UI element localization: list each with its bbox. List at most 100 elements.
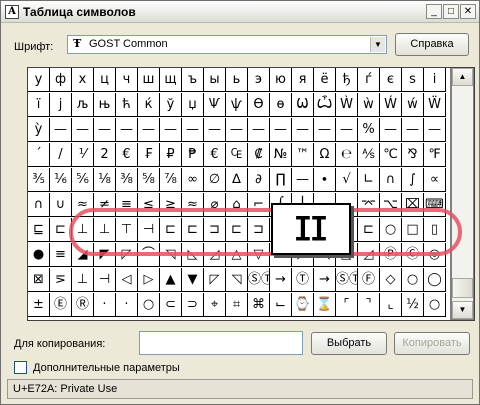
char-cell[interactable]: ∝ [424,168,446,192]
char-cell[interactable]: ћ [116,93,138,117]
char-cell[interactable]: — [248,118,270,142]
char-cell[interactable]: х [72,68,94,92]
advanced-label[interactable]: Дополнительные параметры [33,362,180,374]
char-cell[interactable]: — [50,118,72,142]
char-cell[interactable]: — [270,118,292,142]
char-cell[interactable]: ≡ [50,243,72,267]
char-cell[interactable]: ₡ [248,143,270,167]
char-cell[interactable]: ⌛ [314,293,336,317]
char-cell[interactable]: 2 [94,143,116,167]
char-cell[interactable]: ф [50,68,72,92]
char-cell[interactable]: і [424,68,446,92]
char-cell[interactable]: ▷ [138,268,160,292]
char-cell[interactable]: Ⓕ [358,268,380,292]
title-bar[interactable]: A Таблица символов _ □ ✕ [1,1,479,23]
char-cell[interactable]: ⌗ [226,293,248,317]
char-cell[interactable]: — [424,118,446,142]
char-cell[interactable]: ½ [402,293,424,317]
char-cell[interactable]: ∫ [402,168,424,192]
char-cell[interactable]: ⊂ [160,293,182,317]
char-cell[interactable]: ∆ [226,168,248,192]
help-button[interactable]: Справка [395,33,469,56]
char-cell[interactable]: ⌙ [270,293,292,317]
char-cell[interactable]: Ẁ [336,93,358,117]
char-cell[interactable]: Ѱ [204,93,226,117]
char-cell[interactable]: ∩ [28,193,50,217]
char-cell[interactable]: ◸ [204,268,226,292]
char-cell[interactable]: Ⓣ [292,268,314,292]
char-cell[interactable]: ў [160,93,182,117]
char-cell[interactable]: є [380,68,402,92]
char-cell[interactable]: — [160,118,182,142]
scroll-thumb[interactable] [452,278,473,298]
char-cell[interactable]: → [270,268,292,292]
char-cell[interactable]: я [292,68,314,92]
char-cell[interactable]: — [336,118,358,142]
char-cell[interactable]: ○ [402,268,424,292]
font-dropdown[interactable]: Ŧ GOST Common ▼ [67,35,387,54]
char-cell[interactable]: ѓ [358,68,380,92]
char-cell[interactable]: ь [226,68,248,92]
char-cell[interactable]: ⅜ [116,168,138,192]
char-cell[interactable]: ẃ [402,93,424,117]
char-cell[interactable]: — [72,118,94,142]
char-cell[interactable]: — [138,118,160,142]
char-cell[interactable]: ы [204,68,226,92]
char-cell[interactable]: — [94,118,116,142]
char-cell[interactable]: щ [160,68,182,92]
char-cell[interactable]: ◇ [380,268,402,292]
chevron-down-icon[interactable]: ▼ [370,37,385,52]
char-cell[interactable]: ▲ [160,268,182,292]
char-cell[interactable]: √ [336,168,358,192]
char-cell[interactable]: ℮ [336,143,358,167]
select-button[interactable]: Выбрать [311,332,387,355]
char-cell[interactable]: њ [94,93,116,117]
char-cell[interactable]: ⌘ [248,293,270,317]
char-cell[interactable]: ₽ [160,143,182,167]
char-cell[interactable]: ⊥ [72,268,94,292]
char-cell[interactable]: — [380,118,402,142]
char-cell[interactable]: ⌜ [336,293,358,317]
char-cell[interactable]: ◯ [424,268,446,292]
char-cell[interactable]: ѳ [270,93,292,117]
char-cell[interactable]: ₱ [182,143,204,167]
char-cell[interactable]: ⊃ [182,293,204,317]
char-cell[interactable]: Ω [314,143,336,167]
char-cell[interactable]: ⅋ [402,143,424,167]
char-cell[interactable]: ⓈⓉ [248,268,270,292]
char-cell[interactable]: Ѳ [248,93,270,117]
char-cell[interactable]: ђ [336,68,358,92]
character-grid[interactable]: у ф х ц ч ш щ ъ ы ь э ю я ё ђ ѓ є ѕ і ї ј љ њ ћ ќ ў џ Ѱѱ Ѳѳ Ѡ Ѽ Ẁẁ Ẃẃ Ẅỳ —… [28,68,450,320]
char-cell[interactable]: ⊣ [94,268,116,292]
grid-scrollbar[interactable]: ▲ ▼ [452,68,473,319]
char-cell[interactable]: ⅞ [160,168,182,192]
char-cell[interactable]: ѱ [226,93,248,117]
char-cell[interactable]: ỳ [28,118,50,142]
char-cell[interactable]: — [204,118,226,142]
maximize-button[interactable]: □ [443,4,459,19]
char-cell[interactable]: ⅙ [50,168,72,192]
char-cell[interactable]: · [94,293,116,317]
char-cell[interactable]: ч [116,68,138,92]
char-cell[interactable]: ℃ [380,143,402,167]
char-cell[interactable]: Ѽ [314,93,336,117]
char-cell[interactable]: ⅗ [28,168,50,192]
char-cell[interactable]: — [314,118,336,142]
char-cell[interactable]: у [28,68,50,92]
char-cell[interactable]: ™ [292,143,314,167]
char-cell[interactable]: · [116,293,138,317]
char-cell[interactable]: ⊠ [28,268,50,292]
char-cell[interactable]: ⊑ [28,218,50,242]
char-cell[interactable]: Ⓔ [50,293,72,317]
char-cell[interactable]: ∩ [380,168,402,192]
char-cell[interactable]: ⓈⓉ [336,268,358,292]
char-cell[interactable]: џ [182,93,204,117]
char-cell[interactable]: € [204,143,226,167]
char-cell[interactable]: Ẅ [424,93,446,117]
scroll-up-button[interactable]: ▲ [452,68,473,86]
char-cell[interactable]: ∅ [204,168,226,192]
char-cell[interactable]: — [292,118,314,142]
scroll-down-button[interactable]: ▼ [452,301,473,319]
char-cell[interactable]: ● [28,243,50,267]
char-cell[interactable]: ○ [138,293,160,317]
